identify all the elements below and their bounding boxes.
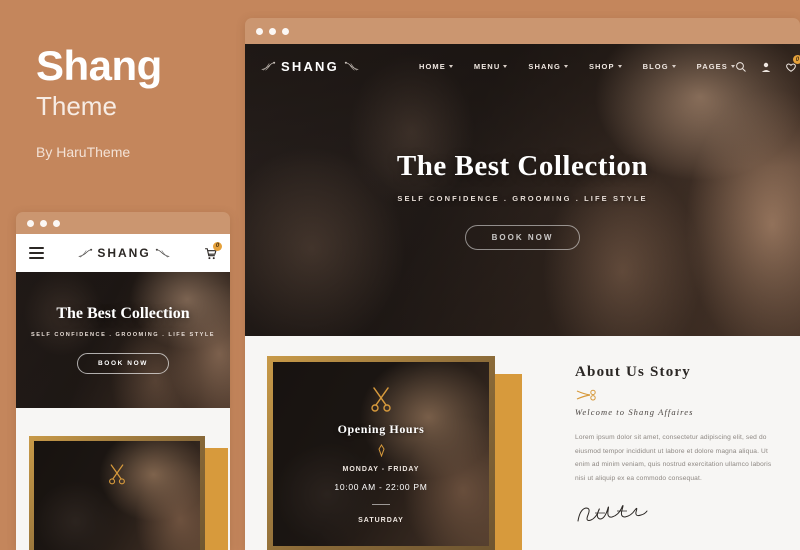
- opening-hours-card: Opening Hours MONDAY - FRIDAY 10:00 AM -…: [267, 356, 495, 550]
- chevron-down-icon: [671, 64, 676, 68]
- nav-item-menu-label: MENU: [473, 61, 501, 71]
- chevron-down-icon: [563, 64, 568, 68]
- desktop-about-section: Opening Hours MONDAY - FRIDAY 10:00 AM -…: [245, 336, 800, 550]
- about-us-heading: About Us Story: [575, 364, 691, 380]
- opening-hours-block: Opening Hours MONDAY - FRIDAY 10:00 AM -…: [267, 356, 522, 550]
- scissors-accent-icon: [576, 389, 596, 401]
- window-maximize-dot[interactable]: [282, 27, 289, 35]
- mobile-topbar: SHANG 0: [16, 234, 230, 272]
- promo-title: Shang: [36, 42, 162, 89]
- nav-item-shang[interactable]: SHANG: [528, 62, 568, 71]
- desktop-nav-icons: 0 0: [735, 55, 800, 72]
- mobile-hero-subtitle: SELF CONFIDENCE . GROOMING . LIFE STYLE: [30, 332, 216, 338]
- hamburger-menu-icon[interactable]: [29, 244, 44, 262]
- window-minimize-dot[interactable]: [40, 219, 47, 227]
- nav-item-pages-label: PAGES: [696, 61, 728, 71]
- nav-item-pages[interactable]: PAGES: [697, 62, 735, 71]
- desktop-browser-mockup: SHANG HOME MENU SHANG SHOP BLOG PAGES 0 …: [245, 18, 800, 550]
- chevron-down-icon: [448, 64, 453, 68]
- opening-hours-time-1: 10:00 AM - 22:00 PM: [334, 482, 428, 492]
- site-logo-text: SHANG: [281, 58, 339, 74]
- divider: [372, 504, 390, 505]
- chevron-down-icon: [503, 64, 508, 68]
- opening-hours-title: Opening Hours: [337, 422, 425, 436]
- signature-image: [577, 505, 648, 522]
- nav-item-blog-label: BLOG: [642, 61, 669, 71]
- desktop-nav-links: HOME MENU SHANG SHOP BLOG PAGES: [419, 62, 735, 71]
- desktop-hero-content: The Best Collection SELF CONFIDENCE . GR…: [245, 88, 800, 250]
- hero-title: The Best Collection: [396, 150, 649, 182]
- mobile-viewport: SHANG 0 The Best Collection SELF CONFIDE…: [16, 234, 230, 550]
- hero-subtitle: SELF CONFIDENCE . GROOMING . LIFE STYLE: [397, 194, 648, 203]
- razor-divider-icon: [377, 444, 385, 457]
- about-us-body: Lorem ipsum dolor sit amet, consectetur …: [575, 434, 772, 482]
- search-icon[interactable]: [735, 60, 747, 72]
- scissors-icon: [109, 464, 125, 485]
- mobile-hero-title: The Best Collection: [56, 305, 190, 322]
- nav-item-home[interactable]: HOME: [419, 62, 453, 71]
- about-us-column: About Us Story Welcome to Shang Affaires…: [575, 364, 780, 529]
- opening-hours-day-1: MONDAY - FRIDAY: [342, 466, 420, 473]
- window-close-dot[interactable]: [256, 27, 263, 35]
- nav-item-shang-label: SHANG: [528, 61, 561, 71]
- site-logo[interactable]: SHANG: [261, 59, 359, 74]
- mobile-site-logo-text: SHANG: [97, 246, 151, 260]
- opening-hours-content: Opening Hours MONDAY - FRIDAY 10:00 AM -…: [273, 362, 489, 524]
- desktop-navbar: SHANG HOME MENU SHANG SHOP BLOG PAGES 0: [245, 44, 800, 88]
- mobile-hero-content: The Best Collection SELF CONFIDENCE . GR…: [16, 272, 230, 374]
- mobile-about-section: [16, 408, 230, 550]
- razor-right-icon: [344, 61, 359, 70]
- book-now-button[interactable]: BOOK NOW: [464, 225, 581, 250]
- promo-subtitle: Theme: [36, 91, 117, 122]
- mobile-book-now-button[interactable]: BOOK NOW: [77, 353, 169, 374]
- nav-item-home-label: HOME: [418, 61, 446, 71]
- window-minimize-dot[interactable]: [269, 27, 276, 35]
- desktop-browser-chrome: [245, 18, 800, 44]
- mobile-site-logo[interactable]: SHANG: [78, 246, 169, 260]
- mobile-opening-hours-photo: [34, 441, 200, 550]
- razor-left-icon: [79, 248, 93, 257]
- opening-hours-photo: Opening Hours MONDAY - FRIDAY 10:00 AM -…: [273, 362, 489, 546]
- mobile-opening-hours-card: [29, 436, 205, 550]
- promo-byline: By HaruTheme: [36, 143, 131, 160]
- nav-item-menu[interactable]: MENU: [473, 61, 508, 71]
- window-close-dot[interactable]: [27, 219, 34, 227]
- user-icon[interactable]: [760, 60, 772, 72]
- opening-hours-day-2: SATURDAY: [358, 517, 404, 524]
- mobile-browser-chrome: [16, 212, 230, 234]
- mobile-browser-mockup: SHANG 0 The Best Collection SELF CONFIDE…: [16, 212, 230, 550]
- razor-left-icon: [261, 61, 276, 70]
- about-us-welcome: Welcome to Shang Affaires: [575, 407, 694, 417]
- desktop-viewport: SHANG HOME MENU SHANG SHOP BLOG PAGES 0 …: [245, 44, 800, 550]
- nav-item-shop[interactable]: SHOP: [589, 62, 622, 71]
- mobile-cart-count-badge: 0: [213, 241, 222, 251]
- razor-right-icon: [155, 248, 169, 257]
- mobile-cart-icon[interactable]: 0: [204, 241, 222, 260]
- nav-item-shop-label: SHOP: [588, 61, 615, 71]
- wishlist-icon[interactable]: 0: [785, 55, 800, 72]
- promo-panel: Shang Theme By HaruTheme: [36, 42, 236, 160]
- desktop-hero-section: SHANG HOME MENU SHANG SHOP BLOG PAGES 0 …: [245, 44, 800, 336]
- scissors-icon: [371, 387, 391, 412]
- wishlist-count-badge: 0: [792, 55, 800, 64]
- mobile-hero-section: The Best Collection SELF CONFIDENCE . GR…: [16, 272, 230, 408]
- chevron-down-icon: [617, 64, 622, 68]
- nav-item-blog[interactable]: BLOG: [643, 62, 676, 71]
- window-maximize-dot[interactable]: [53, 219, 60, 227]
